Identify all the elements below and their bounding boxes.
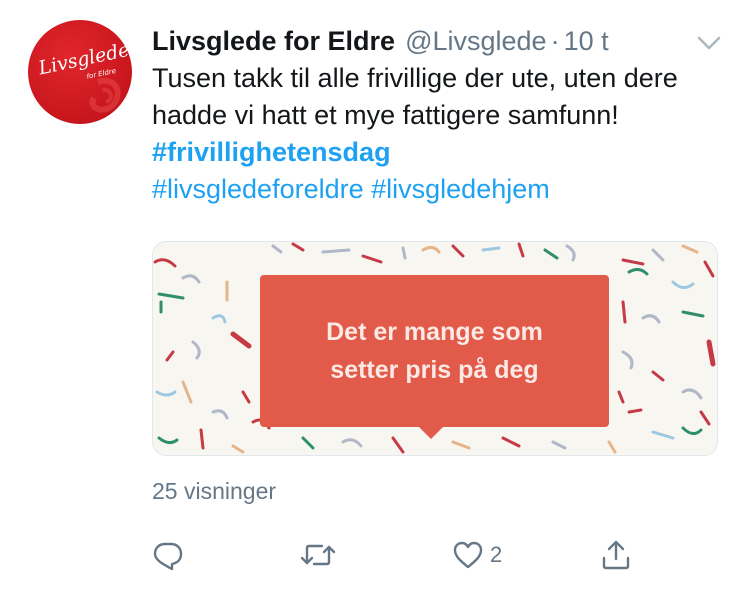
hashtag-link[interactable]: #livsgledehjem bbox=[371, 174, 550, 204]
reply-button[interactable] bbox=[152, 535, 184, 575]
timestamp[interactable]: 10 t bbox=[564, 26, 609, 57]
tweet-actions: 2 bbox=[152, 535, 642, 575]
retweet-button[interactable] bbox=[300, 535, 336, 575]
hashtag-link[interactable]: #frivillighetensdag bbox=[152, 137, 391, 167]
card-text-line: Det er mange som bbox=[326, 318, 543, 346]
heart-icon bbox=[453, 541, 483, 569]
avatar[interactable]: Livsglede for Eldre bbox=[28, 20, 132, 124]
card-text-line: setter pris på deg bbox=[330, 356, 539, 384]
share-icon bbox=[602, 540, 630, 570]
display-name[interactable]: Livsglede for Eldre bbox=[152, 26, 395, 57]
view-count[interactable]: 25 visninger bbox=[152, 478, 276, 505]
separator: · bbox=[550, 26, 560, 56]
media-card[interactable]: Det er mange som setter pris på deg bbox=[152, 241, 718, 456]
chevron-down-icon[interactable] bbox=[695, 32, 723, 54]
like-button[interactable]: 2 bbox=[452, 535, 502, 575]
svg-text:Livsglede: Livsglede bbox=[36, 39, 132, 80]
reply-icon bbox=[153, 542, 183, 571]
retweet-icon bbox=[300, 544, 336, 566]
like-count: 2 bbox=[490, 542, 503, 567]
tweet-body: Tusen takk til alle frivillige der ute, … bbox=[152, 63, 678, 130]
tweet-text: Tusen takk til alle frivillige der ute, … bbox=[152, 60, 722, 208]
speech-bubble: Det er mange som setter pris på deg bbox=[260, 275, 609, 439]
handle[interactable]: @Livsglede bbox=[405, 26, 547, 57]
livsglede-logo: Livsglede for Eldre bbox=[36, 39, 132, 113]
tweet-header: Livsglede for Eldre @Livsglede · 10 t bbox=[152, 26, 722, 60]
share-button[interactable] bbox=[600, 535, 632, 575]
tweet[interactable]: Livsglede for Eldre @Livsglede · 10 t Tu… bbox=[152, 26, 722, 208]
hashtag-link[interactable]: #livsgledeforeldre bbox=[152, 174, 364, 204]
